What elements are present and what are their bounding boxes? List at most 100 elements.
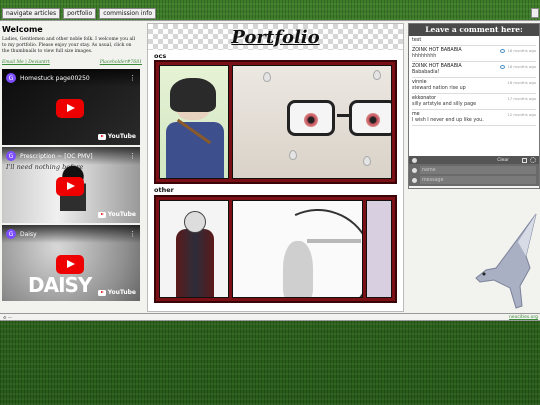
comment-time: 12 months ago <box>507 112 536 117</box>
video-header: G Daisy ⋮ <box>2 225 140 243</box>
nav-navigate-articles[interactable]: navigate articles <box>2 8 61 19</box>
art-iris <box>366 113 380 127</box>
comment-form <box>409 164 539 186</box>
youtube-logo[interactable]: YouTube <box>97 133 136 140</box>
youtube-label: YouTube <box>107 133 136 140</box>
external-link-icon[interactable] <box>522 157 527 163</box>
video-title[interactable]: Prescription ~ [OC PMV] <box>20 153 125 160</box>
gear-icon[interactable] <box>530 157 536 163</box>
channel-avatar[interactable]: G <box>6 229 16 239</box>
gallery-row-other <box>154 195 397 303</box>
art-droplet <box>363 156 371 166</box>
art-glasses-bridge <box>337 114 349 117</box>
thumbnail-oc-character[interactable] <box>159 65 229 179</box>
art-head <box>184 211 206 233</box>
video-embed-homestuck[interactable]: G Homestuck page00250 ⋮ YouTube <box>2 69 140 145</box>
dove-gif-icon <box>475 213 537 309</box>
user-icon[interactable] <box>412 157 417 163</box>
reply-icon[interactable] <box>500 48 506 53</box>
comment-message: Bababadia! <box>412 70 440 75</box>
nav-portfolio[interactable]: portfolio <box>63 8 97 19</box>
youtube-label: YouTube <box>107 211 136 218</box>
gallery-row-ocs <box>154 60 397 184</box>
comment-author: test <box>412 38 422 43</box>
email-link[interactable]: Email Me | Deviantrt <box>2 60 50 65</box>
youtube-logo[interactable]: YouTube <box>97 289 136 296</box>
video-title[interactable]: Homestuck page00250 <box>20 75 125 82</box>
more-options-icon[interactable]: ⋮ <box>129 74 136 82</box>
art-robe <box>176 229 214 297</box>
comment-message: silly artstyle and silly page <box>412 102 477 107</box>
more-options-icon[interactable]: ⋮ <box>129 152 136 160</box>
video-header: G Homestuck page00250 ⋮ <box>2 69 140 87</box>
comment-item: ZOINK HOT BABABIA 16 months ago Bababadi… <box>412 62 536 78</box>
art-droplet <box>263 72 271 82</box>
placeholder-link[interactable]: Placeholder#7681 <box>100 60 142 65</box>
comment-message: steward nation rise up <box>412 86 466 91</box>
video-header: G Prescription ~ [OC PMV] ⋮ <box>2 147 140 165</box>
comment-author: ekkonator <box>412 96 437 101</box>
comment-item: ZOINK HOT BABABIA 16 months ago hhhhhhhh <box>412 46 536 62</box>
reply-icon[interactable] <box>500 64 506 69</box>
comment-widget: Leave a comment here: test ZOINK HOT BAB… <box>408 23 540 189</box>
art-iris <box>304 113 318 127</box>
art-droplet <box>289 150 297 160</box>
thumbnail-oc-eyes[interactable] <box>232 65 392 179</box>
video-title[interactable]: Daisy <box>20 231 125 238</box>
neocities-link[interactable]: neocities.org <box>509 315 538 320</box>
welcome-text: Ladies, Gentlemen and other noble folk. … <box>2 37 136 54</box>
bottom-strip: ⚙ — neocities.org <box>0 313 540 321</box>
channel-avatar[interactable]: G <box>6 73 16 83</box>
comment-message: hhhhhhhh <box>412 54 437 59</box>
art-hair <box>170 78 216 112</box>
message-input[interactable] <box>420 176 536 184</box>
youtube-icon <box>97 133 106 140</box>
portfolio-header: Portfolio <box>148 24 403 50</box>
art-body <box>283 241 313 297</box>
portfolio-panel[interactable]: Portfolio ocs other <box>147 23 404 312</box>
channel-avatar[interactable]: G <box>6 151 16 161</box>
thumbnail-other-robed-figure[interactable] <box>159 200 229 298</box>
more-options-icon[interactable]: ⋮ <box>129 230 136 238</box>
welcome-title: Welcome <box>2 25 43 34</box>
comment-author: me <box>412 112 420 117</box>
section-label-other: other <box>154 186 174 194</box>
play-button-icon[interactable] <box>56 255 84 274</box>
portfolio-title: Portfolio <box>231 26 320 48</box>
art-arm <box>307 239 361 243</box>
video-embed-prescription[interactable]: I'll need nothing before G Prescription … <box>2 147 140 223</box>
message-field-icon <box>412 177 417 183</box>
name-input[interactable] <box>420 166 536 174</box>
youtube-icon <box>97 211 106 218</box>
thumbnail-other-archer[interactable] <box>232 200 363 298</box>
main-frame: Welcome Ladies, Gentlemen and other nobl… <box>0 20 540 313</box>
play-button-icon[interactable] <box>56 177 84 196</box>
comment-item: test <box>412 36 536 46</box>
comment-message: I wish I never end up like you. <box>412 118 484 123</box>
bottom-icons[interactable]: ⚙ — <box>3 315 12 320</box>
section-label-ocs: ocs <box>154 52 167 60</box>
comment-item: ekkonator 17 months ago silly artstyle a… <box>412 94 536 110</box>
art-eye-right <box>349 100 391 136</box>
comment-item: me 12 months ago I wish I never end up l… <box>412 110 536 126</box>
comment-time: 16 months ago <box>507 64 536 69</box>
clear-button[interactable]: Clear <box>497 158 509 163</box>
youtube-icon <box>97 289 106 296</box>
comment-author: vinnie <box>412 80 427 85</box>
comment-header: Leave a comment here: <box>409 24 539 36</box>
nav-commission-info[interactable]: commission info <box>99 8 157 19</box>
youtube-logo[interactable]: YouTube <box>97 211 136 218</box>
thumbnail-other-partial[interactable] <box>366 200 392 298</box>
youtube-label: YouTube <box>107 289 136 296</box>
name-field-icon <box>412 167 417 173</box>
comment-list[interactable]: test ZOINK HOT BABABIA 16 months ago hhh… <box>409 36 539 156</box>
video-embed-daisy[interactable]: DAISY G Daisy ⋮ YouTube <box>2 225 140 301</box>
corner-toggle-button[interactable] <box>531 8 539 18</box>
video-thumbnail-text: DAISY <box>28 273 92 297</box>
left-links: Email Me | Deviantrt Placeholder#7681 <box>2 60 142 65</box>
comment-time: 16 months ago <box>507 48 536 53</box>
art-droplet <box>373 70 381 80</box>
comment-time: 17 months ago <box>507 96 536 101</box>
play-button-icon[interactable] <box>56 99 84 118</box>
comment-author: ZOINK HOT BABABIA <box>412 48 462 53</box>
